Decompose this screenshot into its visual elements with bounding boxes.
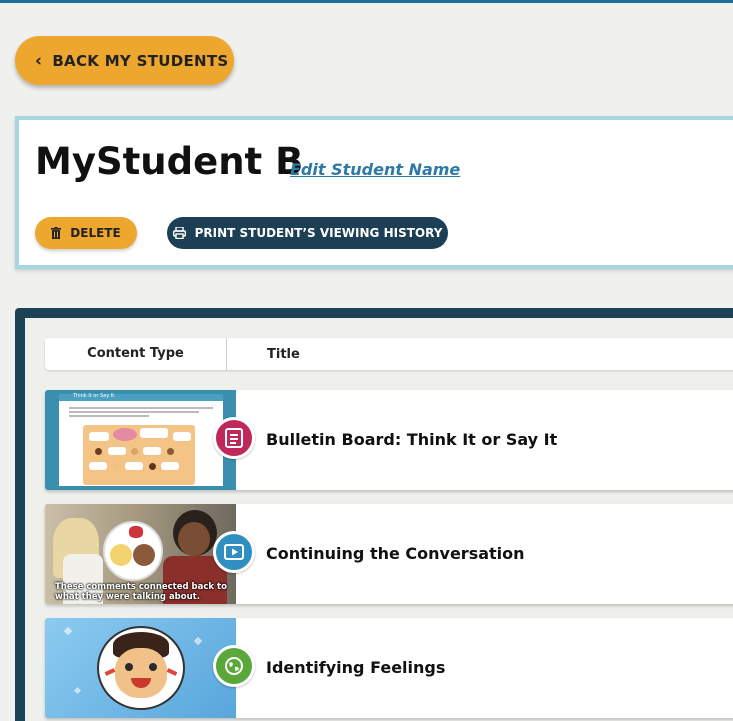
table-row[interactable]: Identifying Feelings (45, 618, 733, 718)
thumbnail-heading: Think It or Say It (73, 393, 115, 399)
row-title[interactable]: Bulletin Board: Think It or Say It (266, 430, 557, 449)
video-icon (213, 531, 255, 573)
print-label: PRINT STUDENT’S VIEWING HISTORY (194, 226, 443, 240)
viewing-history-list: Content Type Title Think It or Say It Bu… (25, 318, 733, 721)
edit-student-name-link[interactable]: Edit Student Name (290, 160, 460, 179)
row-title[interactable]: Identifying Feelings (266, 658, 445, 677)
student-card: MyStudent B Edit Student Name DELETE PRI… (15, 116, 733, 269)
table-row[interactable]: Think It or Say It Bulletin Board: Think… (45, 390, 733, 490)
chevron-left-icon: ‹ (35, 50, 43, 71)
thumbnail-continuing-conversation: These comments connected back to what th… (45, 504, 236, 604)
table-header: Content Type Title (45, 338, 733, 370)
thumbnail-bulletin-board: Think It or Say It (45, 390, 236, 490)
viewing-history-panel: Content Type Title Think It or Say It Bu… (15, 308, 733, 721)
top-accent-bar (0, 0, 733, 3)
interactive-icon (213, 645, 255, 687)
print-history-button[interactable]: PRINT STUDENT’S VIEWING HISTORY (167, 217, 448, 249)
document-icon (213, 417, 255, 459)
student-name: MyStudent B (35, 140, 304, 183)
trash-icon (51, 227, 62, 239)
column-header-content-type[interactable]: Content Type (45, 338, 227, 370)
back-button-label: BACK MY STUDENTS (52, 51, 229, 70)
row-title[interactable]: Continuing the Conversation (266, 544, 525, 563)
delete-button[interactable]: DELETE (35, 217, 137, 249)
table-row[interactable]: These comments connected back to what th… (45, 504, 733, 604)
thumbnail-identifying-feelings (45, 618, 236, 718)
video-caption: These comments connected back to what th… (55, 582, 227, 602)
column-header-title[interactable]: Title (227, 347, 300, 362)
delete-label: DELETE (70, 226, 121, 240)
back-my-students-button[interactable]: ‹ BACK MY STUDENTS (15, 36, 234, 85)
printer-icon (172, 227, 186, 239)
